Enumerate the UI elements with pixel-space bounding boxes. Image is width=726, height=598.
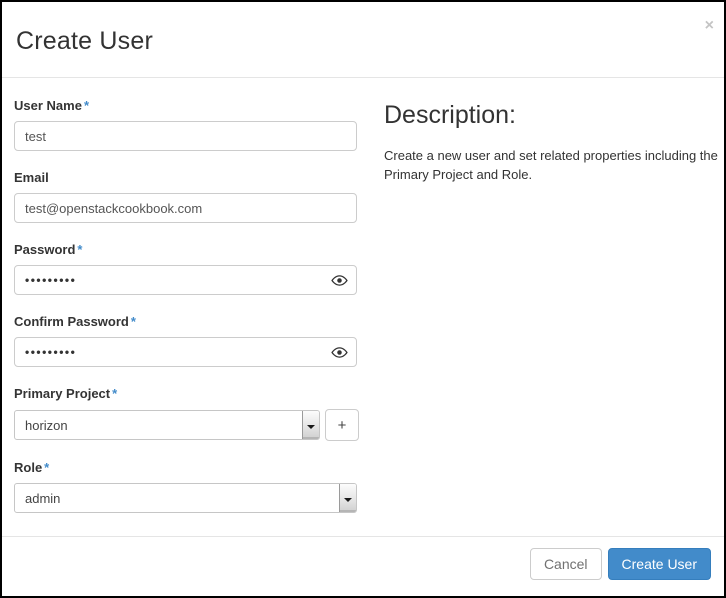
role-selected-value: admin xyxy=(25,490,61,506)
page-title: Create User xyxy=(16,27,153,55)
primary-project-select[interactable]: horizon xyxy=(14,410,320,440)
description-panel: Description: Create a new user and set r… xyxy=(370,98,724,532)
confirm-password-field[interactable] xyxy=(14,337,357,367)
form-group-email: Email xyxy=(14,170,370,223)
email-field[interactable] xyxy=(14,193,357,223)
role-label: Role * xyxy=(14,460,50,475)
required-marker: * xyxy=(83,98,89,113)
modal-body: User Name* Email Password* xyxy=(2,78,724,532)
password-label: Password * xyxy=(14,242,83,257)
chevron-down-icon xyxy=(339,484,356,512)
email-label: Email xyxy=(14,170,49,185)
description-text: Create a new user and set related proper… xyxy=(384,148,718,182)
required-marker: * xyxy=(44,460,50,475)
eye-icon[interactable] xyxy=(331,272,348,289)
username-label: User Name * xyxy=(14,98,89,113)
eye-icon[interactable] xyxy=(331,344,348,361)
required-marker: * xyxy=(130,314,136,329)
role-select[interactable]: admin xyxy=(14,483,357,513)
primary-project-label: Primary Project * xyxy=(14,386,118,401)
password-field[interactable] xyxy=(14,265,357,295)
required-marker: * xyxy=(77,242,83,257)
create-user-modal: Create User × User Name* Email Pas xyxy=(0,0,726,598)
confirm-password-label: Confirm Password * xyxy=(14,314,136,329)
form-group-role: Role * admin xyxy=(14,460,370,513)
username-field[interactable] xyxy=(14,121,357,151)
create-user-button[interactable]: Create User xyxy=(607,547,711,580)
form-group-password: Password * xyxy=(14,242,370,295)
required-marker: * xyxy=(112,386,118,401)
add-project-button[interactable]: + xyxy=(325,409,359,441)
modal-header: Create User × xyxy=(2,2,724,78)
primary-project-selected-value: horizon xyxy=(25,417,68,433)
chevron-down-icon xyxy=(302,411,319,439)
modal-footer: Cancel Create User xyxy=(2,536,724,596)
description-heading: Description: xyxy=(384,101,516,129)
form-group-primary-project: Primary Project * horizon + xyxy=(14,386,370,441)
create-user-form: User Name* Email Password* xyxy=(2,98,370,532)
form-group-username: User Name * xyxy=(14,98,370,151)
form-group-confirm-password: Confirm Password * xyxy=(14,314,370,367)
close-icon[interactable]: × xyxy=(705,18,714,34)
cancel-button[interactable]: Cancel xyxy=(529,547,602,580)
